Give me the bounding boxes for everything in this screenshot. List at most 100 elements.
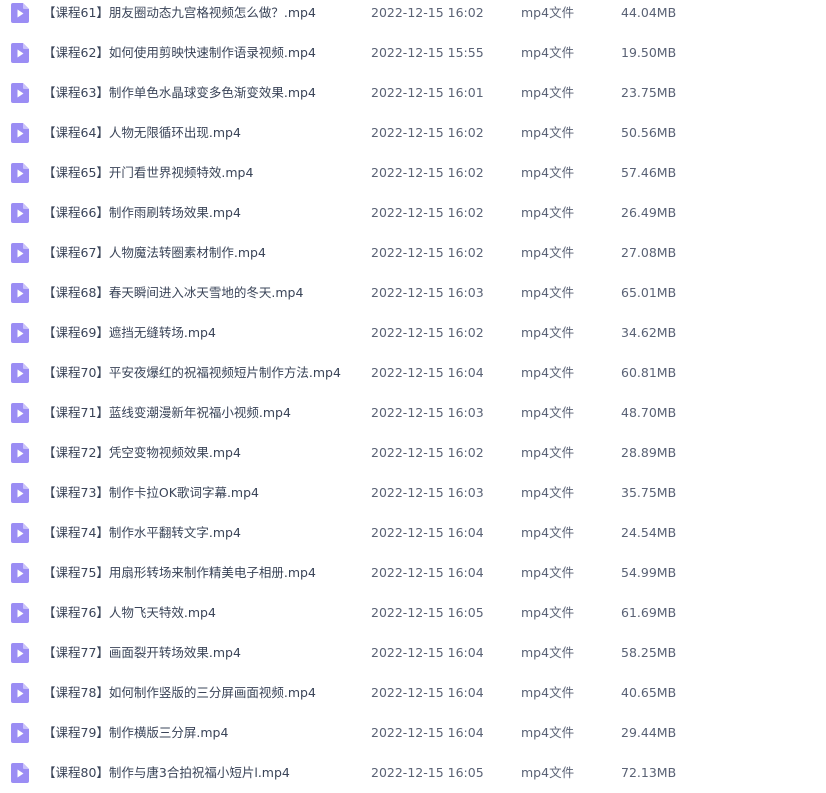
file-name[interactable]: 【课程62】如何使用剪映快速制作语录视频.mp4 [43,33,316,73]
file-type: mp4文件 [521,565,575,580]
file-row[interactable]: 【课程70】平安夜爆红的祝福视频短片制作方法.mp4 2022-12-15 16:… [0,353,826,393]
file-type: mp4文件 [521,365,575,380]
video-file-icon [11,683,29,703]
file-size: 57.46MB [621,165,677,180]
video-file-icon [11,363,29,383]
file-row[interactable]: 【课程72】凭空变物视频效果.mp4 2022-12-15 16:02 mp4文件 2… [0,433,826,473]
video-file-icon [11,763,29,783]
file-modified-date: 2022-12-15 16:05 [371,605,484,620]
file-size: 60.81MB [621,365,677,380]
file-name[interactable]: 【课程80】制作与唐3合拍祝福小短片l.mp4 [43,753,290,793]
file-type: mp4文件 [521,45,575,60]
file-size: 48.70MB [621,405,677,420]
file-size: 34.62MB [621,325,677,340]
file-modified-date: 2022-12-15 16:02 [371,5,484,20]
file-name[interactable]: 【课程67】人物魔法转圈素材制作.mp4 [43,233,266,273]
file-size: 23.75MB [621,85,677,100]
file-row[interactable]: 【课程78】如何制作竖版的三分屏画面视频.mp4 2022-12-15 16:04… [0,673,826,713]
file-name[interactable]: 【课程77】画面裂开转场效果.mp4 [43,633,241,673]
file-row[interactable]: 【课程66】制作雨刷转场效果.mp4 2022-12-15 16:02 mp4文件 2… [0,193,826,233]
file-type: mp4文件 [521,245,575,260]
file-modified-date: 2022-12-15 16:01 [371,85,484,100]
file-size: 72.13MB [621,765,677,780]
file-type: mp4文件 [521,205,575,220]
video-file-icon [11,83,29,103]
file-row[interactable]: 【课程61】朋友圈动态九宫格视频怎么做？.mp4 2022-12-15 16:02… [0,0,826,33]
file-name[interactable]: 【课程75】用扇形转场来制作精美电子相册.mp4 [43,553,316,593]
file-type: mp4文件 [521,485,575,500]
file-row[interactable]: 【课程74】制作水平翻转文字.mp4 2022-12-15 16:04 mp4文件 2… [0,513,826,553]
file-modified-date: 2022-12-15 16:03 [371,485,484,500]
video-file-icon [11,323,29,343]
file-type: mp4文件 [521,525,575,540]
file-modified-date: 2022-12-15 16:03 [371,285,484,300]
file-row[interactable]: 【课程68】春天瞬间进入冰天雪地的冬天.mp4 2022-12-15 16:03 m… [0,273,826,313]
file-name[interactable]: 【课程63】制作单色水晶球变多色渐变效果.mp4 [43,73,316,113]
file-name[interactable]: 【课程70】平安夜爆红的祝福视频短片制作方法.mp4 [43,353,341,393]
file-name[interactable]: 【课程72】凭空变物视频效果.mp4 [43,433,241,473]
file-size: 50.56MB [621,125,677,140]
video-file-icon [11,403,29,423]
file-modified-date: 2022-12-15 16:02 [371,325,484,340]
file-modified-date: 2022-12-15 16:02 [371,165,484,180]
file-modified-date: 2022-12-15 16:02 [371,125,484,140]
file-row[interactable]: 【课程69】遮挡无缝转场.mp4 2022-12-15 16:02 mp4文件 34.… [0,313,826,353]
file-type: mp4文件 [521,765,575,780]
file-type: mp4文件 [521,445,575,460]
video-file-icon [11,3,29,23]
file-row[interactable]: 【课程62】如何使用剪映快速制作语录视频.mp4 2022-12-15 15:55… [0,33,826,73]
video-file-icon [11,203,29,223]
file-name[interactable]: 【课程61】朋友圈动态九宫格视频怎么做？.mp4 [43,0,316,33]
file-modified-date: 2022-12-15 16:02 [371,445,484,460]
file-row[interactable]: 【课程67】人物魔法转圈素材制作.mp4 2022-12-15 16:02 mp4文… [0,233,826,273]
file-size: 44.04MB [621,5,677,20]
file-name[interactable]: 【课程64】人物无限循环出现.mp4 [43,113,241,153]
video-file-icon [11,243,29,263]
file-size: 40.65MB [621,685,677,700]
file-modified-date: 2022-12-15 16:04 [371,685,484,700]
file-type: mp4文件 [521,85,575,100]
file-type: mp4文件 [521,165,575,180]
file-name[interactable]: 【课程76】人物飞天特效.mp4 [43,593,216,633]
file-modified-date: 2022-12-15 16:02 [371,205,484,220]
file-type: mp4文件 [521,605,575,620]
file-size: 61.69MB [621,605,677,620]
file-row[interactable]: 【课程77】画面裂开转场效果.mp4 2022-12-15 16:04 mp4文件 5… [0,633,826,673]
file-type: mp4文件 [521,285,575,300]
file-name[interactable]: 【课程69】遮挡无缝转场.mp4 [43,313,216,353]
file-modified-date: 2022-12-15 16:04 [371,565,484,580]
file-size: 28.89MB [621,445,677,460]
file-name[interactable]: 【课程66】制作雨刷转场效果.mp4 [43,193,241,233]
file-modified-date: 2022-12-15 15:55 [371,45,484,60]
video-file-icon [11,483,29,503]
file-name[interactable]: 【课程68】春天瞬间进入冰天雪地的冬天.mp4 [43,273,303,313]
file-modified-date: 2022-12-15 16:02 [371,245,484,260]
video-file-icon [11,563,29,583]
file-row[interactable]: 【课程79】制作横版三分屏.mp4 2022-12-15 16:04 mp4文件 29… [0,713,826,753]
file-row[interactable]: 【课程64】人物无限循环出现.mp4 2022-12-15 16:02 mp4文件 5… [0,113,826,153]
video-file-icon [11,643,29,663]
file-row[interactable]: 【课程76】人物飞天特效.mp4 2022-12-15 16:05 mp4文件 61.… [0,593,826,633]
file-row[interactable]: 【课程63】制作单色水晶球变多色渐变效果.mp4 2022-12-15 16:01… [0,73,826,113]
file-name[interactable]: 【课程65】开门看世界视频特效.mp4 [43,153,253,193]
file-name[interactable]: 【课程73】制作卡拉OK歌词字幕.mp4 [43,473,259,513]
file-size: 24.54MB [621,525,677,540]
file-type: mp4文件 [521,405,575,420]
file-row[interactable]: 【课程73】制作卡拉OK歌词字幕.mp4 2022-12-15 16:03 mp4文… [0,473,826,513]
file-name[interactable]: 【课程78】如何制作竖版的三分屏画面视频.mp4 [43,673,316,713]
file-name[interactable]: 【课程71】蓝线变潮漫新年祝福小视频.mp4 [43,393,291,433]
file-size: 27.08MB [621,245,677,260]
file-type: mp4文件 [521,125,575,140]
file-type: mp4文件 [521,325,575,340]
file-row[interactable]: 【课程75】用扇形转场来制作精美电子相册.mp4 2022-12-15 16:04… [0,553,826,593]
file-modified-date: 2022-12-15 16:03 [371,405,484,420]
file-type: mp4文件 [521,5,575,20]
file-name[interactable]: 【课程79】制作横版三分屏.mp4 [43,713,228,753]
file-size: 29.44MB [621,725,677,740]
file-row[interactable]: 【课程65】开门看世界视频特效.mp4 2022-12-15 16:02 mp4文件… [0,153,826,193]
file-row[interactable]: 【课程71】蓝线变潮漫新年祝福小视频.mp4 2022-12-15 16:03 mp… [0,393,826,433]
file-row[interactable]: 【课程80】制作与唐3合拍祝福小短片l.mp4 2022-12-15 16:05 m… [0,753,826,793]
file-type: mp4文件 [521,725,575,740]
file-name[interactable]: 【课程74】制作水平翻转文字.mp4 [43,513,241,553]
video-file-icon [11,723,29,743]
